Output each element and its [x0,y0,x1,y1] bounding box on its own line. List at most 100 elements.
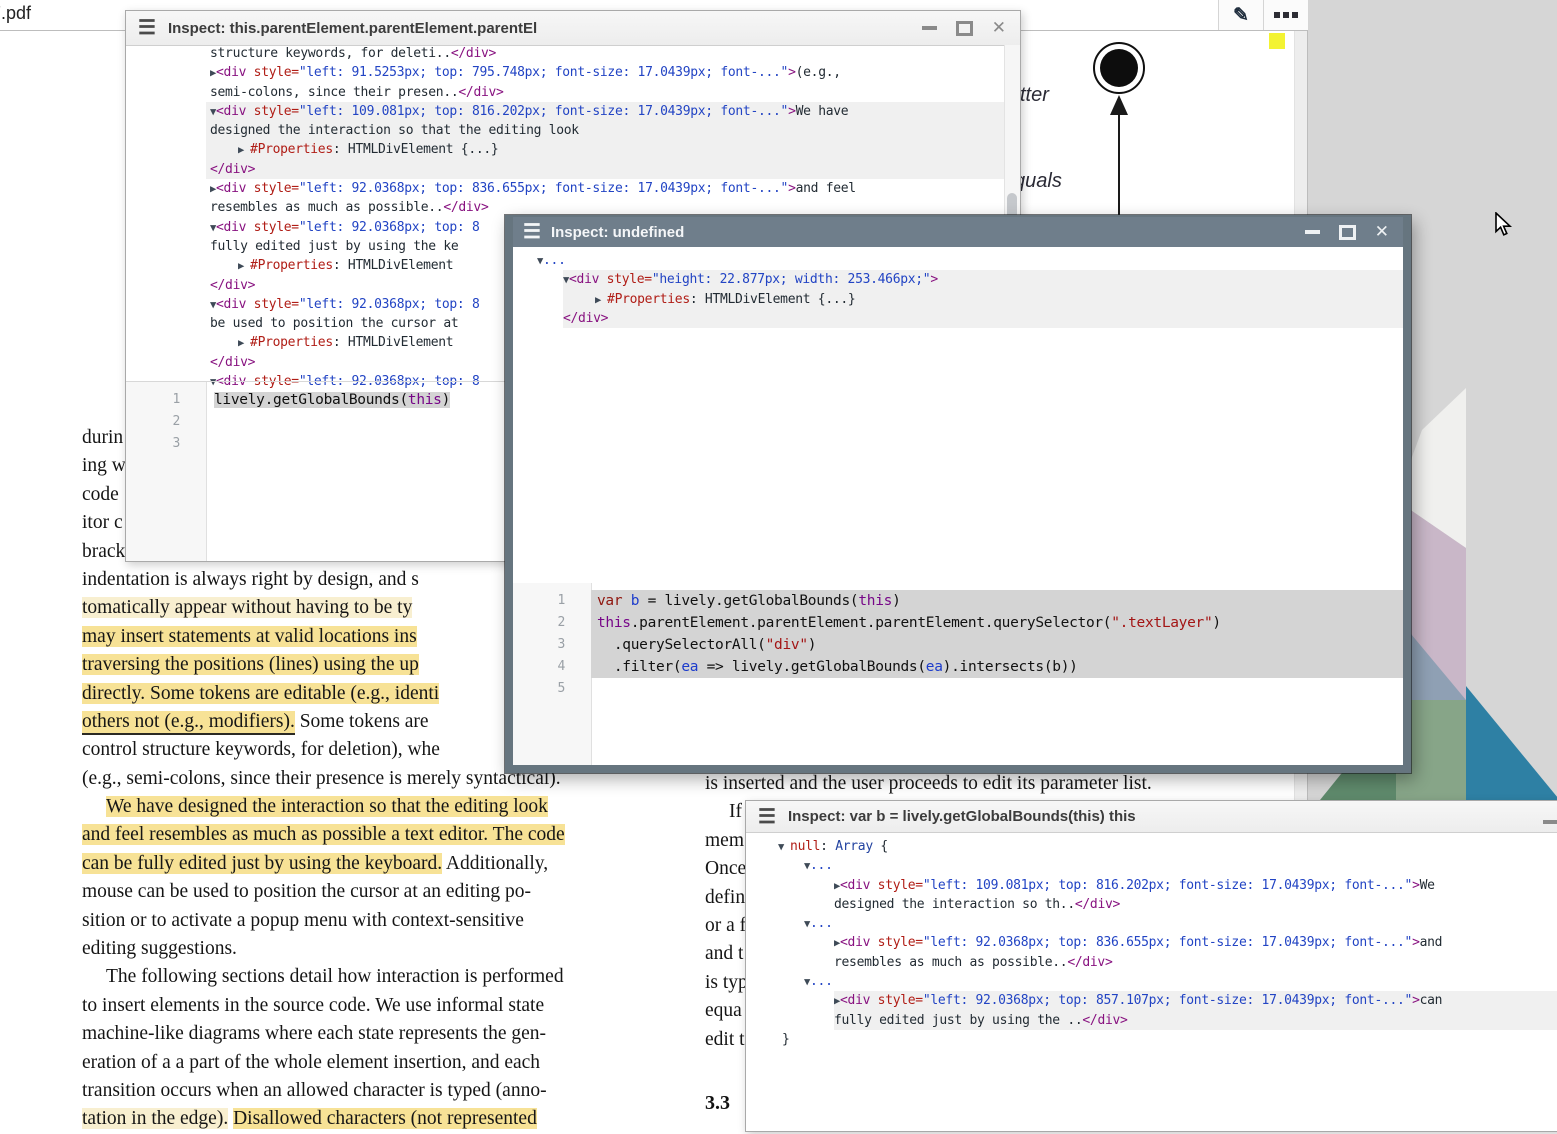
text-token: itor c [82,512,123,533]
text-token: <div [216,297,254,312]
tree-node[interactable]: fully edited just by using the ..</div> [834,1011,1557,1030]
tree-node[interactable]: structure keywords, for deleti..</div> [206,44,1005,63]
editor-line[interactable]: 3 .querySelectorAll("div") [513,634,1403,656]
editor-line[interactable]: 5 [513,678,1403,700]
menu-icon[interactable]: ☰ [758,807,776,827]
window-buttons [1543,814,1557,829]
code-token [622,593,630,609]
more-button[interactable] [1263,0,1309,30]
maximize-button[interactable] [1339,225,1356,240]
code-text: .querySelectorAll("div") [591,634,1403,656]
window-titlebar[interactable]: ☰ Inspect: this.parentElement.parentElem… [126,11,1020,46]
close-button[interactable]: ✕ [992,20,1006,37]
text-token: <div [216,65,254,80]
pencil-icon: ✎ [1233,4,1249,27]
window-buttons: ✕ [1305,224,1389,241]
text-token: "left: 92.0368px; top: 836.655px; font-s… [299,181,788,196]
tree-node[interactable]: ▶<div style="left: 92.0368px; top: 857.1… [834,991,1557,1010]
tree-node[interactable]: ▼<div style="left: 109.081px; top: 816.2… [206,102,1005,121]
tree-node[interactable]: ▼... [804,914,1557,933]
editor-line[interactable]: 2this.parentElement.parentElement.parent… [513,612,1403,634]
code-token: this [408,392,442,408]
text-token: Some tokens are [295,711,429,732]
minimize-button[interactable] [922,26,937,30]
tree-node[interactable]: semi-colons, since their presen..</div> [206,83,1005,102]
text-token: <div [840,935,878,950]
line-number: 5 [513,678,591,700]
tree-node[interactable]: ▼... [804,856,1557,875]
tree-node[interactable]: ▼... [537,251,1403,270]
paper-text-line: to insert elements in the source code. W… [82,992,660,1020]
code-token: var [597,593,622,609]
line-number: 3 [513,634,591,656]
tree-node[interactable]: ▶ #Properties: HTMLDivElement {...} [563,290,1403,309]
menu-icon[interactable]: ☰ [138,18,156,38]
tree-node[interactable]: ▶<div style="left: 91.5253px; top: 795.7… [206,63,1005,82]
dom-tree-pane[interactable]: ▼...▼<div style="height: 22.877px; width… [513,247,1403,351]
text-token: Once [705,858,746,879]
tree-node[interactable]: ▼... [804,972,1557,991]
inspector-window-2[interactable]: ☰ Inspect: undefined ✕ ▼...▼<div style="… [505,215,1411,773]
editor-line[interactable]: 1var b = lively.getGlobalBounds(this) [513,590,1403,612]
tree-node[interactable]: ▶<div style="left: 92.0368px; top: 836.6… [834,933,1557,952]
code-editor[interactable]: 1var b = lively.getGlobalBounds(this)2th… [513,583,1403,765]
diagram-label-bottom: quals [1014,170,1062,193]
text-token: "left: 92.0368px; top: 836.655px; font-s… [923,935,1412,950]
text-token: eration of a a part of the whole element… [82,1052,540,1073]
text-token: to insert elements in the source code. W… [82,995,544,1016]
text-token: > [788,65,796,80]
window-title: Inspect: this.parentElement.parentElemen… [168,20,537,37]
text-token: resembles as much as possible.. [834,955,1067,970]
text-token: { [873,839,888,854]
text-token: Additionally, [442,853,548,874]
text-token: Disallowed characters (not represented [233,1108,537,1129]
window-titlebar[interactable]: ☰ Inspect: var b = lively.getGlobalBound… [746,801,1557,833]
tree-node[interactable]: designed the interaction so that the edi… [206,121,1005,140]
tree-node[interactable]: ▶<div style="left: 92.0368px; top: 836.6… [206,179,1005,198]
text-token: We [1420,878,1435,893]
minimize-button[interactable] [1305,230,1320,234]
text-token: </div> [1075,897,1120,912]
minimize-button[interactable] [1543,820,1557,824]
code-token: ) [892,593,900,609]
text-token: indentation is always right by design, a… [82,569,419,590]
selection: lively.getGlobalBounds(this) [214,392,450,408]
text-token: can be fully edited just by using the ke… [82,853,442,874]
code-token: ".textLayer" [1111,615,1212,631]
window-titlebar[interactable]: ☰ Inspect: undefined ✕ [513,217,1403,247]
edit-button[interactable]: ✎ [1218,0,1263,30]
maximize-button[interactable] [956,21,973,36]
diagram-label-top: tter [1020,84,1049,107]
text-token: </div> [451,46,496,61]
text-token: may insert statements at valid locations… [82,626,417,647]
inspector-window-3[interactable]: ☰ Inspect: var b = lively.getGlobalBound… [745,800,1557,1132]
tree-node[interactable]: resembles as much as possible..</div> [834,953,1557,972]
text-token: "left: 91.5253px; top: 795.748px; font-s… [299,65,788,80]
tree-node[interactable]: ▶<div style="left: 109.081px; top: 816.2… [834,876,1557,895]
text-token: sition or to activate a popup menu with … [82,910,524,931]
text-token: "height: 22.877px; width: 253.466px;" [652,272,931,287]
selection-handle[interactable] [1269,33,1285,49]
pdf-tab-label[interactable]: 7.pdf [0,3,31,24]
window-title: Inspect: undefined [551,224,684,241]
menu-icon[interactable]: ☰ [523,222,541,242]
text-token: "left: 109.081px; top: 816.202px; font-s… [923,878,1412,893]
tree-node[interactable]: </div> [206,160,1005,179]
text-token: </div> [210,162,255,177]
tree-node[interactable]: ▼<div style="height: 22.877px; width: 25… [563,270,1403,289]
tree-node[interactable]: designed the interaction so th..</div> [834,895,1557,914]
object-tree-pane[interactable]: ▼ null: Array {▼...▶<div style="left: 10… [746,832,1557,1131]
text-token: #Properties [250,335,333,350]
text-token: machine-like diagrams where each state r… [82,1023,546,1044]
tree-node[interactable]: } [782,1030,1557,1049]
tree-node[interactable]: </div> [563,309,1403,328]
editor-line[interactable]: 4 .filter(ea => lively.getGlobalBounds(e… [513,656,1403,678]
close-button[interactable]: ✕ [1375,224,1389,241]
code-text [206,433,214,455]
text-token: style= [254,65,299,80]
tree-node[interactable]: ▶ #Properties: HTMLDivElement {...} [206,140,1005,159]
tree-node[interactable]: ▼ null: Array { [778,837,1557,856]
text-token: > [788,104,796,119]
text-token: and [1420,935,1443,950]
text-token: or a f [705,915,746,936]
